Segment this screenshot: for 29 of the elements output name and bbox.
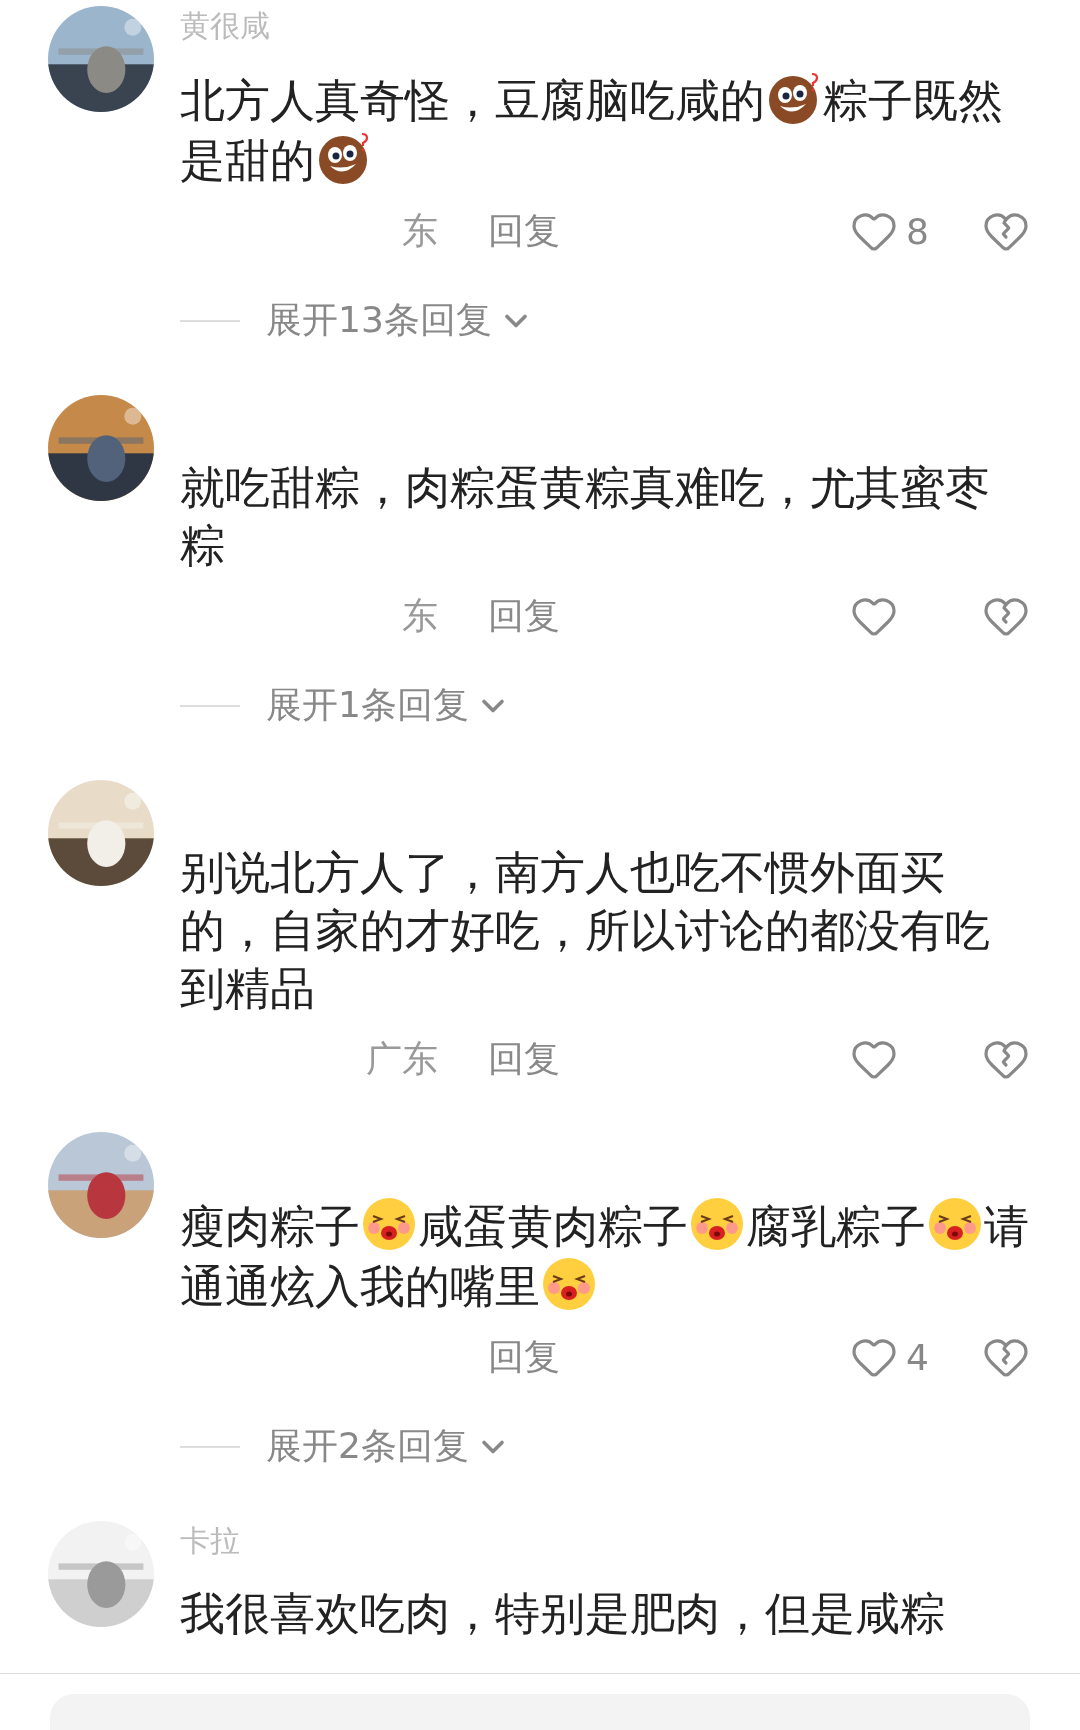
comment-text: 瘦肉粽子: [180, 1200, 360, 1253]
kissing-face-icon: [361, 1196, 417, 1252]
reply-button[interactable]: 回复: [488, 1332, 560, 1382]
comment-text: 通通炫入我的嘴里: [180, 1260, 540, 1313]
comment-text: 咸蛋黄肉粽子: [418, 1200, 688, 1253]
username[interactable]: 黄很咸: [180, 6, 270, 46]
comment-text: 就吃甜粽，肉粽蛋黄粽真难吃，尤其蜜枣粽: [180, 461, 990, 572]
comment-text: 请: [984, 1200, 1029, 1253]
location-label: 广东: [366, 1036, 438, 1081]
comment-text: 粽子既然: [823, 74, 1003, 127]
expand-replies-button[interactable]: 展开1条回复: [266, 681, 511, 730]
kissing-face-icon: [541, 1256, 597, 1312]
username[interactable]: 卡拉: [180, 1521, 240, 1561]
expand-replies-button[interactable]: 展开2条回复: [266, 1422, 511, 1471]
comment-text: 我很喜欢吃肉，特别是肥肉，但是咸粽: [180, 1587, 945, 1640]
location-label: 东: [402, 208, 438, 253]
comment-text: 是甜的: [180, 134, 315, 187]
reply-button[interactable]: 回复: [488, 206, 560, 256]
like-button[interactable]: 8: [814, 207, 940, 255]
location-label: 东: [402, 593, 438, 638]
comment-text: 腐乳粽子: [746, 1200, 926, 1253]
kissing-face-icon: [927, 1196, 983, 1252]
like-button[interactable]: 4: [814, 1333, 940, 1381]
expand-replies-button[interactable]: 展开13条回复: [266, 296, 534, 345]
reply-button[interactable]: 回复: [488, 1034, 560, 1084]
kissing-face-icon: [689, 1196, 745, 1252]
comment-text: 北方人真奇怪，豆腐脑吃咸的: [180, 74, 765, 127]
reply-button[interactable]: 回复: [488, 591, 560, 641]
comment-text: 别说北方人了，南方人也吃不惯外面买的，自家的才好吃，所以讨论的都没有吃到精品: [180, 846, 990, 1015]
